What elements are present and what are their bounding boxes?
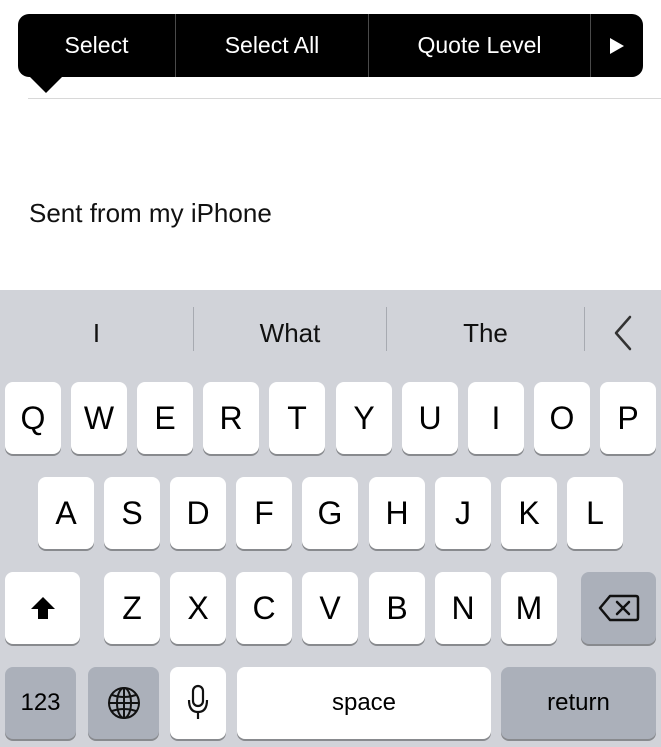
key-p[interactable]: P <box>600 382 656 454</box>
key-g[interactable]: G <box>302 477 358 549</box>
key-h[interactable]: H <box>369 477 425 549</box>
more-menu-button[interactable] <box>590 14 643 77</box>
microphone-icon <box>187 684 209 719</box>
keyboard: I What The Q W E R T Y U I O P A S D F G… <box>0 290 661 747</box>
key-c[interactable]: C <box>236 572 292 644</box>
key-k[interactable]: K <box>501 477 557 549</box>
menu-pointer <box>30 77 62 93</box>
key-u[interactable]: U <box>402 382 458 454</box>
key-b[interactable]: B <box>369 572 425 644</box>
key-q[interactable]: Q <box>5 382 61 454</box>
select-all-menu-item[interactable]: Select All <box>175 14 368 77</box>
key-s[interactable]: S <box>104 477 160 549</box>
key-l[interactable]: L <box>567 477 623 549</box>
key-e[interactable]: E <box>137 382 193 454</box>
space-key[interactable]: space <box>237 667 491 739</box>
delete-key[interactable] <box>581 572 656 644</box>
quote-level-menu-item[interactable]: Quote Level <box>368 14 590 77</box>
suggestion-item[interactable]: What <box>194 290 386 376</box>
key-d[interactable]: D <box>170 477 226 549</box>
email-signature[interactable]: Sent from my iPhone <box>29 198 272 229</box>
key-a[interactable]: A <box>38 477 94 549</box>
key-z[interactable]: Z <box>104 572 160 644</box>
return-key[interactable]: return <box>501 667 656 739</box>
chevron-left-icon <box>614 315 632 351</box>
key-o[interactable]: O <box>534 382 590 454</box>
key-j[interactable]: J <box>435 477 491 549</box>
shift-arrow-icon <box>30 597 55 619</box>
header-divider <box>28 98 661 99</box>
delete-backspace-icon <box>598 594 639 622</box>
key-v[interactable]: V <box>302 572 358 644</box>
key-n[interactable]: N <box>435 572 491 644</box>
select-menu-item[interactable]: Select <box>18 14 175 77</box>
key-i[interactable]: I <box>468 382 524 454</box>
key-f[interactable]: F <box>236 477 292 549</box>
key-r[interactable]: R <box>203 382 259 454</box>
suggestion-item[interactable]: I <box>0 290 193 376</box>
suggestion-item[interactable]: The <box>387 290 584 376</box>
key-y[interactable]: Y <box>336 382 392 454</box>
numbers-key[interactable]: 123 <box>5 667 76 739</box>
key-t[interactable]: T <box>269 382 325 454</box>
globe-key[interactable] <box>88 667 159 739</box>
shift-key[interactable] <box>5 572 80 644</box>
key-x[interactable]: X <box>170 572 226 644</box>
dictation-key[interactable] <box>170 667 226 739</box>
key-m[interactable]: M <box>501 572 557 644</box>
suggestion-bar: I What The <box>0 290 661 376</box>
right-triangle-icon <box>610 37 624 54</box>
collapse-suggestions-button[interactable] <box>585 290 661 376</box>
globe-icon <box>107 687 140 719</box>
edit-menu: Select Select All Quote Level <box>18 14 643 77</box>
key-w[interactable]: W <box>71 382 127 454</box>
